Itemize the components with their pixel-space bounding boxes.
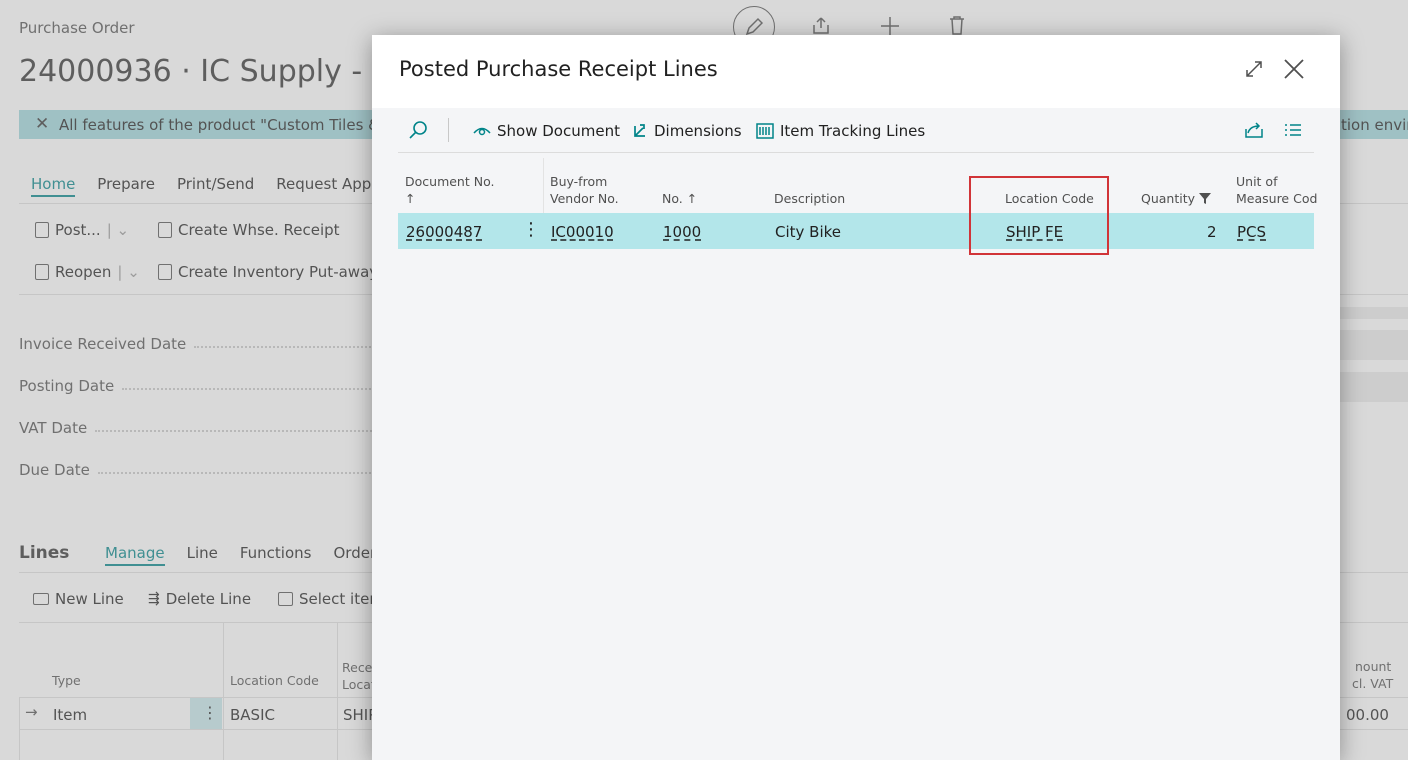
item-tracking-lines-label: Item Tracking Lines xyxy=(780,122,926,140)
item-tracking-icon xyxy=(756,123,774,139)
eye-icon xyxy=(473,127,491,136)
search-icon[interactable] xyxy=(408,120,428,140)
col-no-label: No. xyxy=(662,191,683,206)
col-quantity[interactable]: Quantity xyxy=(1141,190,1212,207)
sort-asc-icon: ↑ xyxy=(686,191,698,206)
list-view-icon[interactable] xyxy=(1284,122,1302,138)
close-icon[interactable] xyxy=(1282,57,1306,81)
filter-icon xyxy=(1199,193,1212,204)
posted-purchase-receipt-lines-dialog: Posted Purchase Receipt Lines Show Docum… xyxy=(372,35,1340,760)
expand-icon[interactable] xyxy=(1242,57,1266,81)
col-unit-of-measure[interactable]: Unit of Measure Cod xyxy=(1236,173,1317,207)
item-tracking-lines-button[interactable]: Item Tracking Lines xyxy=(756,122,925,140)
col-vendor-no-label-1: Buy-from xyxy=(550,174,608,189)
col-vendor-no[interactable]: Buy-from Vendor No. xyxy=(550,173,619,207)
col-quantity-label: Quantity xyxy=(1141,191,1196,206)
col-description[interactable]: Description xyxy=(774,190,845,207)
dialog-title: Posted Purchase Receipt Lines xyxy=(399,57,718,81)
col-vendor-no-label-2: Vendor No. xyxy=(550,191,619,206)
dimensions-label: Dimensions xyxy=(654,122,742,140)
col-document-no-label: Document No. xyxy=(405,174,495,189)
dialog-toolbar: Show Document Dimensions Item Tracking L… xyxy=(398,108,1314,153)
dialog-header: Posted Purchase Receipt Lines xyxy=(372,35,1340,108)
location-code-highlight xyxy=(969,176,1109,255)
row-unit-of-measure[interactable]: PCS xyxy=(1237,223,1266,241)
row-quantity: 2 xyxy=(1207,223,1217,241)
col-uom-label-1: Unit of xyxy=(1236,174,1278,189)
show-document-button[interactable]: Show Document xyxy=(473,122,620,140)
col-no[interactable]: No. ↑ xyxy=(662,190,697,207)
grid-header: Document No. ↑ Buy-from Vendor No. No. ↑ D… xyxy=(398,158,1317,213)
col-document-no[interactable]: Document No. ↑ xyxy=(405,173,494,207)
sort-asc-icon: ↑ xyxy=(405,191,416,206)
row-no[interactable]: 1000 xyxy=(663,223,701,241)
toolbar-separator xyxy=(448,118,449,142)
column-divider xyxy=(543,158,544,213)
row-description: City Bike xyxy=(775,223,842,241)
col-uom-label-2: Measure Cod xyxy=(1236,191,1318,206)
row-document-no[interactable]: 26000487 xyxy=(406,223,482,241)
dimensions-button[interactable]: Dimensions xyxy=(632,122,742,140)
dimensions-icon xyxy=(634,124,645,137)
more-vertical-icon[interactable]: ⋮ xyxy=(522,219,540,240)
table-row[interactable]: 26000487 ⋮ IC00010 1000 City Bike SHIP F… xyxy=(398,213,1314,249)
show-document-label: Show Document xyxy=(497,122,620,140)
row-vendor-no[interactable]: IC00010 xyxy=(551,223,614,241)
share-icon[interactable] xyxy=(1244,121,1264,139)
